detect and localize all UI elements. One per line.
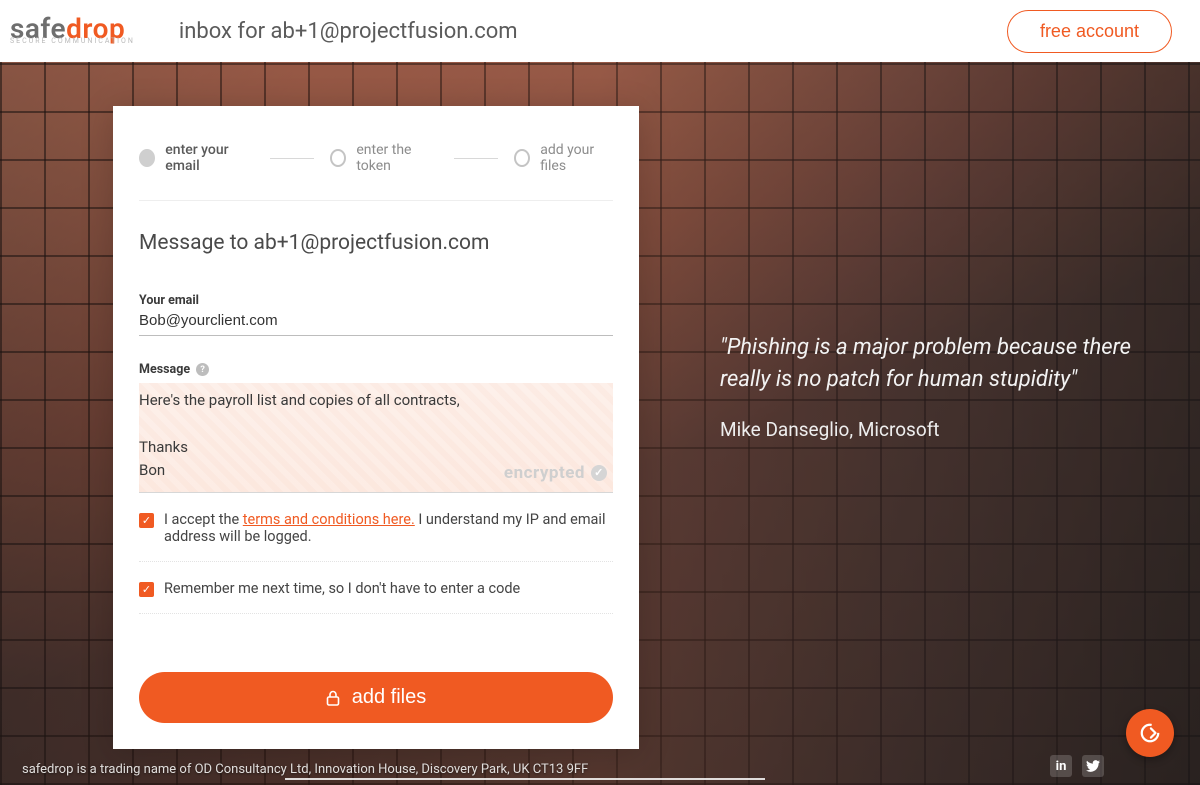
quote-text: "Phishing is a major problem because the… [720, 332, 1160, 396]
footer-underline [285, 778, 765, 780]
step-add-files[interactable]: add your files [514, 142, 613, 174]
checkbox-terms[interactable]: ✓ [139, 513, 154, 528]
message-line: Here's the payroll list and copies of al… [139, 389, 605, 412]
terms-text: I accept the terms and conditions here. … [164, 511, 613, 545]
arrow-circle-icon [1139, 722, 1161, 744]
message-field-group: Message ? Here's the payroll list and co… [139, 362, 613, 493]
add-files-button[interactable]: add files [139, 672, 613, 723]
message-to-title: Message to ab+1@projectfusion.com [139, 231, 613, 255]
help-icon[interactable]: ? [196, 363, 209, 376]
fab-button[interactable] [1126, 709, 1174, 757]
quote-block: "Phishing is a major problem because the… [720, 332, 1160, 441]
step-label: add your files [540, 142, 613, 174]
message-line: Thanks [139, 436, 605, 459]
compose-card: enter your email enter the token add you… [113, 106, 639, 749]
step-indicator-icon [330, 149, 346, 167]
step-separator [270, 158, 314, 159]
encrypted-badge: encrypted ✓ [504, 460, 607, 486]
step-enter-token[interactable]: enter the token [330, 142, 438, 174]
logo[interactable]: safedrop SECURE COMMUNICATION [10, 17, 135, 45]
terms-checkbox-row: ✓ I accept the terms and conditions here… [139, 511, 613, 562]
free-account-button[interactable]: free account [1007, 10, 1172, 53]
add-files-label: add files [352, 686, 427, 709]
twitter-icon[interactable] [1082, 755, 1104, 777]
lock-icon [326, 690, 340, 706]
message-textarea[interactable]: Here's the payroll list and copies of al… [139, 383, 613, 493]
shield-check-icon: ✓ [591, 465, 607, 481]
quote-author: Mike Danseglio, Microsoft [720, 418, 1160, 441]
remember-label: Remember me next time, so I don't have t… [164, 580, 520, 597]
message-label: Message [139, 362, 190, 377]
email-input[interactable] [139, 308, 613, 336]
page-title: inbox for ab+1@projectfusion.com [179, 19, 518, 44]
step-label: enter the token [356, 142, 438, 174]
logo-tagline: SECURE COMMUNICATION [10, 39, 135, 45]
remember-checkbox-row: ✓ Remember me next time, so I don't have… [139, 580, 613, 614]
message-blank [139, 412, 605, 435]
header-bar: safedrop SECURE COMMUNICATION inbox for … [0, 0, 1200, 62]
step-indicator-icon [514, 149, 530, 167]
step-indicator-icon [139, 149, 155, 167]
email-field-group: Your email [139, 293, 613, 336]
step-enter-email[interactable]: enter your email [139, 142, 254, 174]
social-icons: in [1050, 755, 1104, 777]
linkedin-icon[interactable]: in [1050, 755, 1072, 777]
email-label: Your email [139, 293, 613, 308]
step-label: enter your email [165, 142, 254, 174]
wizard-steps: enter your email enter the token add you… [139, 138, 613, 201]
footer-text: safedrop is a trading name of OD Consult… [22, 762, 588, 777]
step-separator [454, 158, 498, 159]
checkbox-remember[interactable]: ✓ [139, 582, 154, 597]
terms-link[interactable]: terms and conditions here. [243, 511, 415, 528]
